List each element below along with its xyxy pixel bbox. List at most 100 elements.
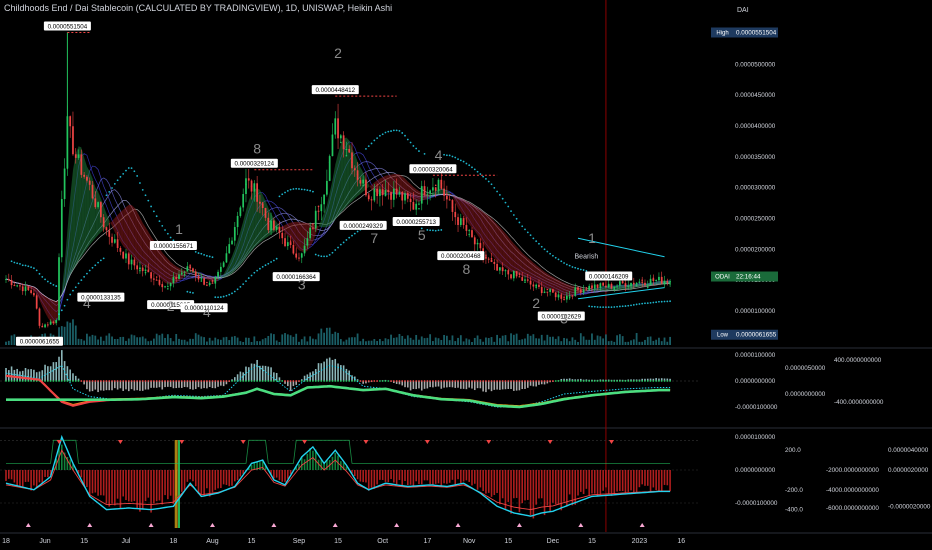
rsi-histogram-bar bbox=[250, 464, 253, 470]
trailing-stop-dot bbox=[94, 264, 97, 267]
osc-histogram-bar bbox=[273, 372, 275, 381]
signal-dot bbox=[222, 264, 225, 267]
rsi-signal-marker bbox=[25, 523, 31, 527]
volume-bar bbox=[178, 338, 180, 345]
osc-histogram-bar bbox=[133, 381, 136, 391]
trailing-stop-dot bbox=[189, 291, 192, 294]
trailing-stop-dot bbox=[457, 158, 459, 161]
signal-dot bbox=[167, 288, 169, 290]
wave-count-label: 3 bbox=[298, 276, 306, 292]
osc-histogram-bar bbox=[100, 381, 102, 391]
osc-zero-dot bbox=[21, 380, 24, 382]
candle-body bbox=[206, 284, 208, 286]
osc-histogram-bar bbox=[111, 381, 113, 391]
volume-bar bbox=[194, 333, 197, 345]
osc-histogram-bar bbox=[130, 381, 133, 390]
rsi-histogram-bar bbox=[440, 470, 443, 486]
osc-zero-dot bbox=[178, 380, 180, 382]
osc-histogram-bar bbox=[16, 368, 18, 381]
candle-body bbox=[588, 285, 591, 291]
rsi-histogram-bar bbox=[180, 470, 183, 492]
ribbon-fill-segment bbox=[530, 259, 534, 282]
wave-count-label: 7 bbox=[370, 230, 378, 246]
osc-zero-dot bbox=[86, 380, 88, 382]
annotation-label: Bearish bbox=[575, 254, 599, 261]
rsi-histogram-bar bbox=[27, 470, 30, 482]
trailing-stop-dot bbox=[69, 293, 72, 296]
signal-dot bbox=[518, 273, 521, 276]
rsi-histogram-bar bbox=[473, 470, 476, 484]
candle-body bbox=[30, 290, 32, 293]
osc-histogram-bar bbox=[102, 381, 105, 391]
osc-zero-dot bbox=[328, 380, 331, 382]
trailing-stop-dot bbox=[616, 305, 618, 308]
candle-body bbox=[652, 278, 655, 281]
signal-dot bbox=[379, 193, 381, 196]
rsi-histogram-bar bbox=[580, 470, 582, 492]
trailing-stop-dot bbox=[233, 290, 236, 293]
rsi-histogram-bar bbox=[102, 470, 105, 496]
ribbon-fill-segment bbox=[206, 276, 210, 282]
volume-bar bbox=[133, 335, 136, 345]
rsi-histogram-bar bbox=[373, 470, 376, 489]
trailing-stop-dot bbox=[286, 189, 289, 192]
price-label-text: 0.0000155671 bbox=[154, 243, 194, 250]
volume-bar bbox=[440, 339, 443, 345]
osc-zero-dot bbox=[24, 380, 27, 382]
volume-bar bbox=[443, 334, 445, 345]
rsi-histogram-bar bbox=[111, 470, 113, 504]
time-axis-tick: Aug bbox=[206, 538, 219, 545]
candle-body bbox=[203, 278, 205, 285]
signal-dot bbox=[373, 193, 376, 196]
trailing-stop-dot bbox=[328, 253, 331, 256]
osc-zero-dot bbox=[532, 380, 535, 382]
volume-bar bbox=[404, 338, 406, 345]
trailing-stop-dot bbox=[618, 305, 621, 308]
osc-zero-dot bbox=[476, 380, 479, 382]
trailing-stop-dot bbox=[571, 266, 574, 268]
volume-bar bbox=[94, 335, 97, 345]
trailing-stop-dot bbox=[392, 129, 395, 132]
ribbon-fill-segment bbox=[326, 192, 330, 228]
rsi-histogram-bar bbox=[122, 470, 124, 497]
rsi-axis-tick: -0.0000020000 bbox=[888, 503, 931, 510]
volume-bar bbox=[289, 335, 292, 345]
rsi-histogram-bar bbox=[153, 470, 155, 504]
rsi-histogram-bar bbox=[526, 470, 529, 500]
osc-histogram-bar bbox=[192, 381, 194, 390]
candle-body bbox=[158, 279, 161, 285]
rsi-histogram-bar bbox=[412, 470, 415, 487]
trailing-stop-dot bbox=[158, 220, 161, 222]
osc-histogram-bar bbox=[41, 370, 44, 381]
osc-zero-dot bbox=[510, 380, 512, 382]
trailing-stop-dot bbox=[139, 182, 141, 184]
price-axis[interactable]: 0.00006000000.00005000000.00004500000.00… bbox=[711, 27, 778, 340]
osc-zero-dot bbox=[359, 380, 362, 382]
volume-bar bbox=[423, 338, 426, 345]
osc-zero-dot bbox=[217, 380, 219, 382]
candle-body bbox=[487, 258, 490, 260]
badge-label: ODAI bbox=[715, 275, 730, 281]
rsi-histogram-bar bbox=[616, 470, 618, 492]
rsi-histogram-bar bbox=[437, 470, 440, 484]
candle-body bbox=[113, 239, 116, 243]
candle-body bbox=[479, 242, 482, 249]
signal-dot bbox=[591, 285, 593, 287]
time-axis[interactable]: 18 Jun 15 Jul 18 Aug 15 Sep 15 Oct 17 Nov 15 Dec 15 202… bbox=[2, 538, 685, 545]
rsi-histogram-bar bbox=[638, 470, 641, 488]
volume-bar bbox=[426, 337, 429, 345]
volume-bar bbox=[270, 333, 272, 345]
trailing-stop-dot bbox=[306, 189, 309, 192]
candle-body bbox=[524, 279, 526, 281]
osc-histogram-bar bbox=[141, 381, 144, 391]
tradingview-chart[interactable]: 0.00005515040.00000616550.00001331350.00… bbox=[0, 0, 932, 550]
osc-zero-dot bbox=[306, 380, 309, 382]
trailing-stop-dot bbox=[487, 180, 490, 183]
trailing-stop-dot bbox=[445, 154, 448, 157]
trailing-stop-dot bbox=[596, 306, 599, 308]
signal-dot bbox=[127, 260, 130, 262]
trailing-stop-dot bbox=[473, 168, 476, 171]
trailing-stop-dot bbox=[451, 155, 454, 158]
osc-zero-dot bbox=[641, 380, 644, 382]
ribbon-fill-segment bbox=[340, 138, 344, 213]
